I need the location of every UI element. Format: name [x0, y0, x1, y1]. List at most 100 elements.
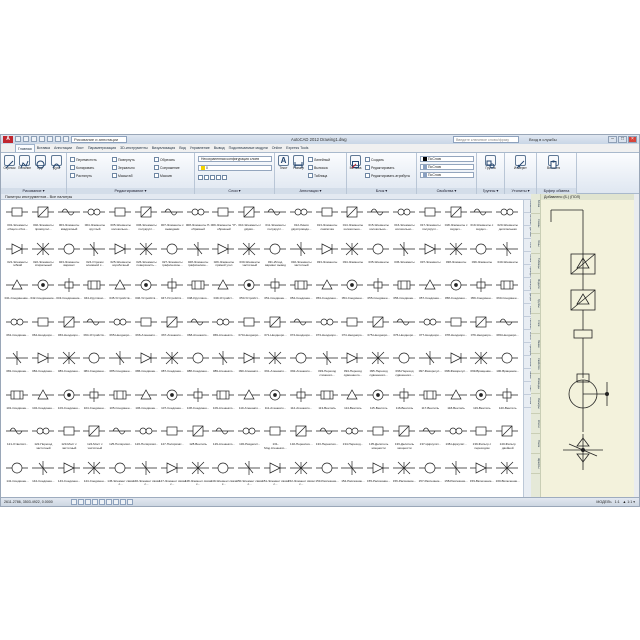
block-command-2[interactable]: Редактировать атрибуты — [365, 172, 410, 179]
palette-tool[interactable]: 049-Устройст... — [211, 275, 235, 310]
palette-tool[interactable]: 137-Циркулят... — [418, 421, 442, 456]
sidepanel-vtabs-tab-0[interactable]: Блоки — [531, 194, 540, 214]
tab-6[interactable]: Визуализация — [150, 144, 178, 152]
palette-tool[interactable]: 031-Исход. вариант вывод — [263, 239, 287, 274]
modify-command-1[interactable]: Копировать — [70, 164, 94, 171]
palette-tool[interactable]: 091-Атенюато... — [263, 348, 287, 383]
palette-tool[interactable]: 127-Поляризат... — [160, 421, 184, 456]
palette-tool[interactable]: 126-Поляризат... — [134, 421, 158, 456]
palette-tool[interactable]: 071-Неодноро... — [263, 312, 287, 347]
palette-tool[interactable]: 096-Переход сдвоенного... — [392, 348, 416, 383]
palette-tool[interactable]: 073-Неодноро... — [315, 312, 339, 347]
polyline-tool[interactable]: Полилиния — [18, 155, 31, 170]
palette-tool[interactable]: 155-Рассеяние... — [366, 458, 390, 493]
palette-tool[interactable]: 027-Элементы графическое... — [160, 239, 184, 274]
tab-2[interactable]: Аннотации — [52, 144, 74, 152]
palette-tool[interactable]: 013-Элементы лампочка — [315, 202, 339, 237]
palette-tool[interactable]: 103-Соединен... — [57, 385, 81, 420]
palette-tool[interactable]: 069-Атенюато... — [211, 312, 235, 347]
palette-tool[interactable]: 117-Вентиль — [418, 385, 442, 420]
workspace-select[interactable]: Рисование и аннотации — [71, 136, 127, 143]
palette-tool[interactable]: 055-Соединен... — [366, 275, 390, 310]
sidepanel-vtabs-tab-10[interactable]: Фильтры — [531, 394, 540, 414]
modify-command-8[interactable]: Массив — [154, 172, 172, 179]
palette-tool[interactable]: 035-Элементы — [366, 239, 390, 274]
palette-tool[interactable]: 101-Соединен... — [5, 385, 29, 420]
palette-tool[interactable]: 132-Переключ... — [289, 421, 313, 456]
palette-tool[interactable]: 001-Элементы общего обоз... — [5, 202, 29, 237]
palette-tool[interactable]: 041-Соединение... — [5, 275, 30, 310]
palette-tool[interactable]: 089-Атенюато... — [211, 348, 235, 383]
palette-tool[interactable]: 123-Мост с частотный — [57, 421, 81, 456]
palette-tool[interactable]: 159-Включение... — [469, 458, 494, 493]
sidepanel-vtabs-tab-1[interactable]: Схемы — [531, 214, 540, 234]
plot-icon[interactable] — [47, 136, 53, 142]
palette-tool[interactable]: 099-Вращение... — [469, 348, 493, 383]
palette-tool[interactable]: 032-Элементы частотный — [289, 239, 313, 274]
palette-tool[interactable]: 080-Неодноро... — [495, 312, 519, 347]
sidepanel-vtabs-tab-11[interactable]: Ключи — [531, 414, 540, 434]
palette-tool[interactable]: 023-Элементы вариант — [57, 239, 81, 274]
block-command-1[interactable]: Редактировать — [365, 164, 394, 171]
palette-tool[interactable]: 014-Элементы колокольно... — [340, 202, 364, 237]
palette-tool[interactable]: 072-Неодноро... — [289, 312, 313, 347]
palette-tool[interactable]: 158-Рассеяние... — [444, 458, 468, 493]
palette-tool[interactable]: 044-Кругляшо... — [82, 275, 106, 310]
tab-10[interactable]: Подключаемые модули — [227, 144, 270, 152]
undo-icon[interactable] — [55, 136, 61, 142]
tab-11[interactable]: Online — [270, 144, 284, 152]
palette-tool[interactable]: 024-Отрезок основной с... — [82, 239, 106, 274]
maximize-button[interactable]: □ — [618, 136, 627, 143]
palette-tool[interactable]: 138-Циркулят... — [444, 421, 468, 456]
dyn-toggle[interactable] — [120, 499, 126, 505]
palette-tool[interactable]: 154-Рассеяние... — [340, 458, 365, 493]
palette-tool[interactable]: 076-Неодноро... — [392, 312, 416, 347]
palette-tool[interactable]: 007-Элементы с выводами — [160, 202, 184, 237]
palette-tool[interactable]: 118-Вентиль — [444, 385, 468, 420]
palette-tool[interactable]: 018-Элементы с сердеч... — [444, 202, 468, 237]
palette-tool[interactable]: 003-Элементы квадратный — [57, 202, 81, 237]
palette-tool[interactable]: 074-Неодноро... — [340, 312, 364, 347]
palette-tool[interactable]: 148-Элемент связи с... — [185, 458, 212, 493]
palette-tool[interactable]: 028-Элементы графическое... — [186, 239, 210, 274]
palette-tool[interactable]: 070-Неодноро... — [237, 312, 261, 347]
palette-tool[interactable]: 016-Элементы колокольно... — [392, 202, 416, 237]
palette-tool[interactable]: 081-Соединен... — [5, 348, 29, 383]
sidepanel-vtabs-tab-13[interactable]: Шрифты — [531, 454, 540, 474]
property-combo-1[interactable]: ПоСлою — [420, 164, 474, 170]
palette-tool[interactable]: 012-Линия двухпроводн... — [289, 202, 313, 237]
measure-tool[interactable]: Измерить — [514, 155, 527, 170]
redo-icon[interactable] — [63, 136, 69, 142]
palette-tool[interactable]: 136-Делитель мощности — [392, 421, 416, 456]
palette-tool[interactable]: 043-Соединение... — [56, 275, 82, 310]
palette-tool[interactable]: 009-Элементы "Л"-образный — [211, 202, 237, 237]
palette-tool[interactable]: 156-Рассеяние... — [392, 458, 416, 493]
palette-tool[interactable]: 085-Соединен... — [108, 348, 132, 383]
text-tool[interactable]: A Текст — [277, 155, 290, 170]
palette-tool[interactable]: 119-Вентиль — [469, 385, 493, 420]
tab-7[interactable]: Вид — [177, 144, 188, 152]
palette-tool[interactable]: 133-Переключ... — [315, 421, 339, 456]
palette-tool[interactable]: 060-Соединен... — [495, 275, 519, 310]
palette-tool[interactable]: 084-Соединен... — [82, 348, 106, 383]
lineweight-toggle[interactable] — [127, 499, 133, 505]
palette-tool[interactable]: 093-Переход сложного... — [315, 348, 339, 383]
property-combo-0[interactable]: ПоСлою — [420, 156, 474, 162]
save-as-icon[interactable] — [39, 136, 45, 142]
palette-tool[interactable]: 147-Элемент связи с... — [159, 458, 186, 493]
palette-tool[interactable]: 010-Элементы с двумя... — [237, 202, 261, 237]
palette-tool[interactable]: 153-Рассеяние... — [315, 458, 339, 493]
sidepanel-vtabs-tab-9[interactable]: Команды — [531, 374, 540, 394]
palette-tool[interactable]: 056-Соединен... — [392, 275, 416, 310]
palette-tool[interactable]: 129-Атенюато... — [211, 421, 235, 456]
tab-0[interactable]: Главная — [15, 144, 35, 152]
palette-tool[interactable]: 105-Соединен... — [108, 385, 132, 420]
osnap-toggle[interactable] — [99, 499, 105, 505]
palette-tool[interactable]: 140-Фильтр двойной — [495, 421, 519, 456]
palette-tool[interactable]: 079-Неодноро... — [469, 312, 493, 347]
sidepanel-vtabs-tab-5[interactable]: Группы — [531, 294, 540, 314]
sidepanel-vtabs-tab-2[interactable]: Зоны — [531, 234, 540, 254]
palette-tool[interactable]: 053-Соединен... — [315, 275, 339, 310]
palette-tool[interactable]: 061-Соединен... — [5, 312, 29, 347]
palette-tool[interactable]: 150-Элемент связи с... — [236, 458, 263, 493]
